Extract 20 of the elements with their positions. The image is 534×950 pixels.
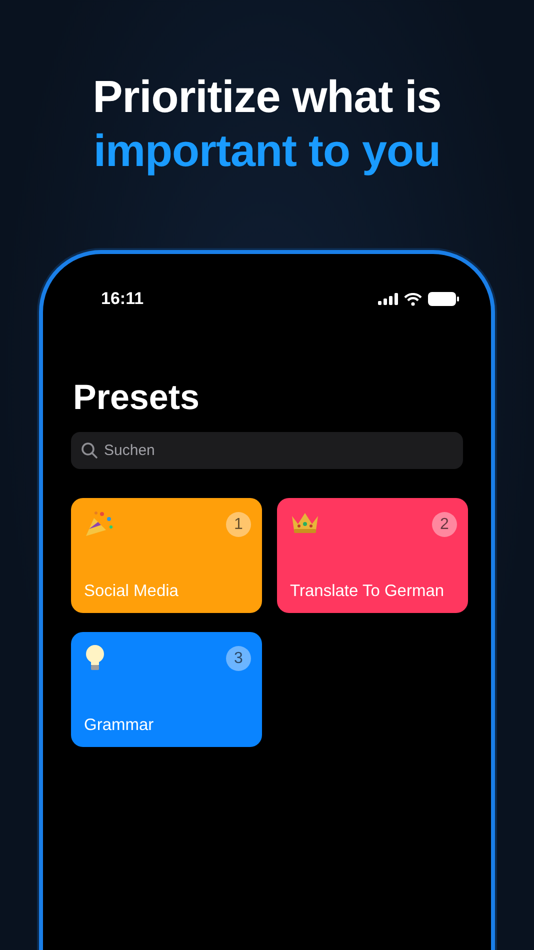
screen-title: Presets <box>73 378 200 418</box>
preset-card[interactable]: 1 Social Media <box>71 498 262 613</box>
preset-label: Grammar <box>84 716 155 735</box>
preset-card[interactable]: 2 Translate To German <box>277 498 468 613</box>
search-field[interactable]: Suchen <box>71 432 463 469</box>
number-badge: 1 <box>226 512 251 537</box>
preset-card[interactable]: 3 Grammar <box>71 632 262 747</box>
lightbulb-icon <box>84 644 106 672</box>
status-time: 16:11 <box>101 289 144 309</box>
wifi-icon <box>404 292 422 306</box>
party-popper-icon <box>84 510 114 538</box>
headline: Prioritize what is <box>92 70 442 124</box>
number-badge: 3 <box>226 646 251 671</box>
battery-icon <box>428 292 459 306</box>
signal-icon <box>378 293 398 305</box>
search-icon <box>81 442 98 459</box>
number-badge: 2 <box>432 512 457 537</box>
preset-label: Social Media <box>84 582 180 601</box>
headline-accent: important to you <box>94 124 440 178</box>
preset-label: Translate To German <box>290 582 446 601</box>
